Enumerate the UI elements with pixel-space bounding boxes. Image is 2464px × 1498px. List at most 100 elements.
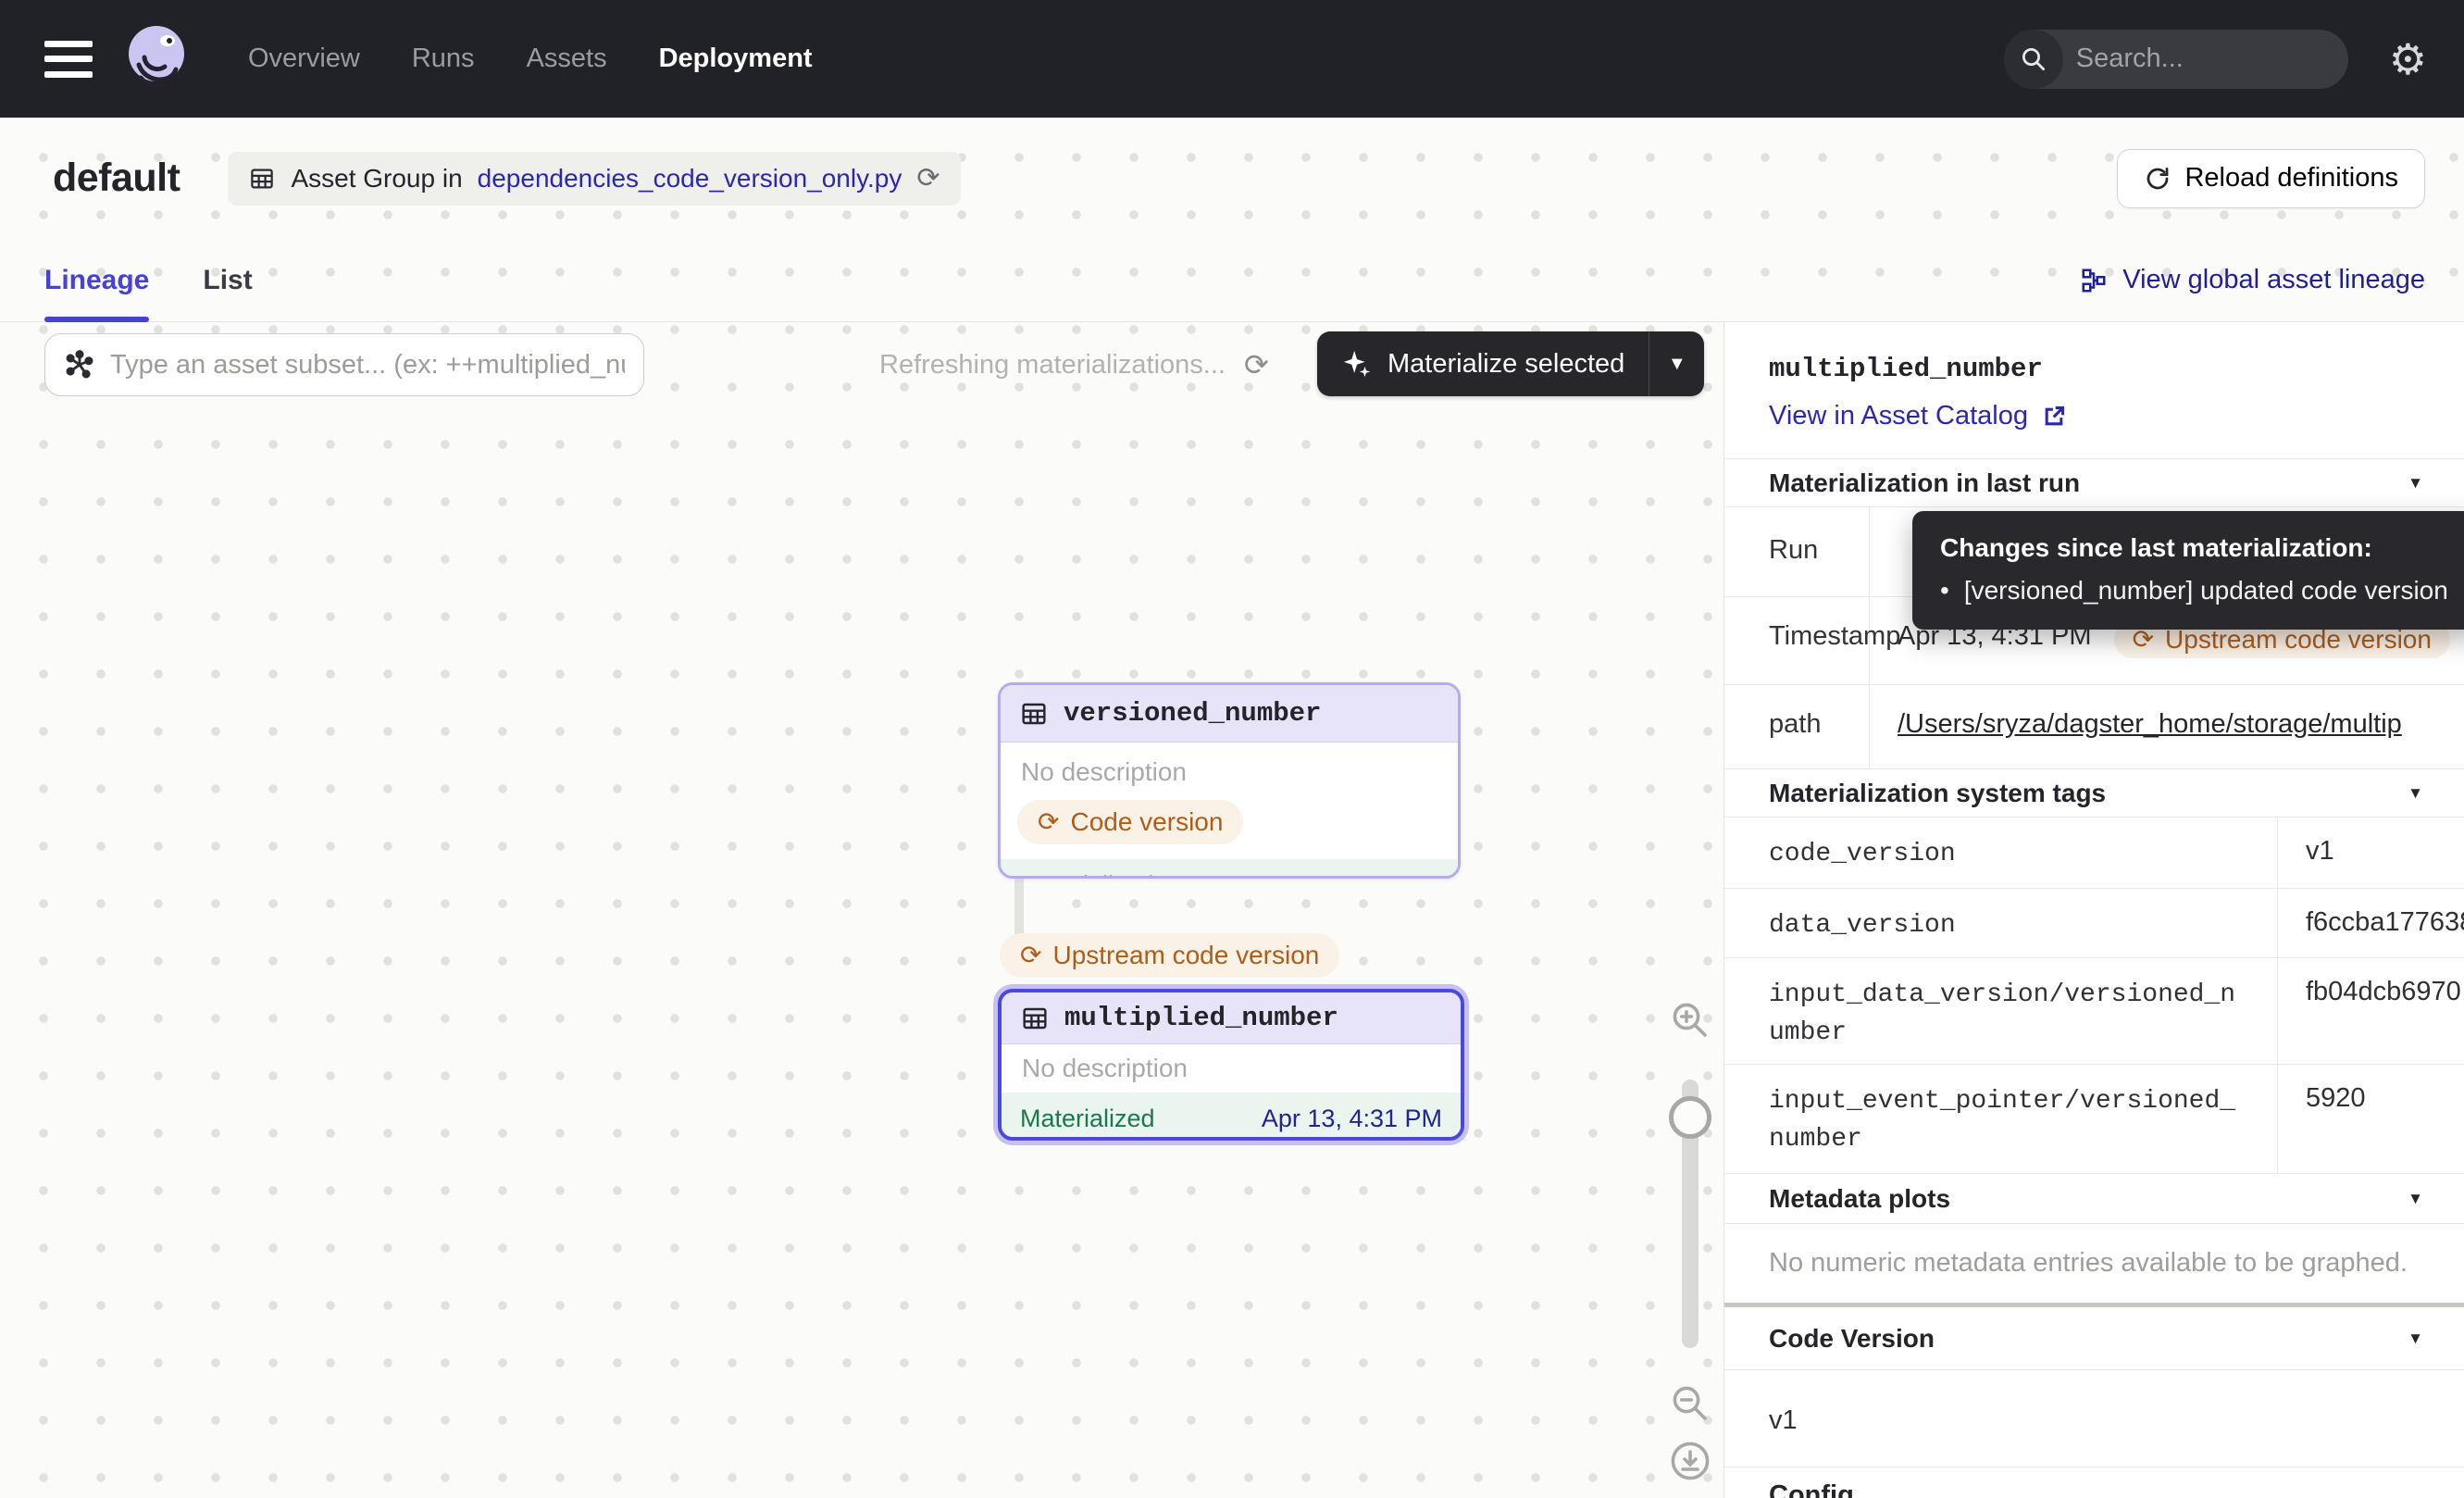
search-bar[interactable]: / (2004, 30, 2348, 89)
section-config[interactable]: Config (1724, 1480, 2464, 1498)
nav-item-overview[interactable]: Overview (248, 44, 360, 74)
system-tag-row: code_version v1 (1724, 818, 2464, 889)
tag-key: data_version (1724, 889, 2278, 957)
section-system-tags[interactable]: Materialization system tags ▼ (1724, 768, 2464, 818)
tooltip-title: Changes since last materialization: (1940, 533, 2454, 563)
node-name: multiplied_number (1064, 1003, 1338, 1033)
code-version-icon: ⟳ (1020, 942, 1041, 968)
node-status: Materialized (1019, 871, 1154, 880)
sparkle-icon (1341, 348, 1373, 380)
tag-value: 5920 (2278, 1065, 2464, 1173)
code-version-label: Code version (1070, 807, 1223, 837)
reload-definitions-button[interactable]: Reload definitions (2117, 149, 2425, 208)
path-label: path (1724, 685, 1870, 768)
page-title: default (53, 156, 180, 201)
top-nav: Overview Runs Assets Deployment / ⚙ (0, 0, 2464, 118)
zoom-slider-handle[interactable] (1669, 1096, 1711, 1139)
reload-group-icon[interactable]: ⟳ (916, 162, 940, 194)
dagster-logo[interactable] (118, 20, 196, 98)
tag-value: f6ccba177638 (2278, 889, 2464, 957)
asset-group-prefix: Asset Group in (291, 164, 462, 193)
reload-icon (2144, 165, 2172, 193)
asset-group-file-link[interactable]: dependencies_code_version_only.py (478, 164, 902, 193)
tab-list-label: List (203, 265, 252, 296)
materialize-dropdown-caret[interactable]: ▼ (1649, 331, 1704, 396)
chevron-down-icon[interactable]: ▼ (2408, 1190, 2423, 1208)
refreshing-label: Refreshing materializations... (879, 350, 1226, 381)
view-in-asset-catalog-link[interactable]: View in Asset Catalog (1769, 401, 2464, 431)
nav-item-deployment[interactable]: Deployment (659, 44, 813, 74)
code-version-value: v1 (1724, 1370, 2464, 1467)
tag-value: fb04dcb6970 (2278, 958, 2464, 1064)
chevron-down-icon[interactable]: ▼ (2408, 1329, 2423, 1348)
node-description: No description (1001, 743, 1458, 791)
system-tag-row: input_data_version/versioned_number fb04… (1724, 958, 2464, 1065)
chevron-down-icon[interactable]: ▼ (2408, 474, 2423, 493)
asset-subset-filter[interactable] (44, 333, 644, 396)
path-row: path /Users/sryza/dagster_home/storage/m… (1724, 685, 2464, 768)
node-description: No description (1002, 1044, 1461, 1087)
materialize-label: Materialize selected (1388, 349, 1624, 380)
section-code-version[interactable]: Code Version ▼ (1724, 1307, 2464, 1370)
external-link-icon (2041, 404, 2067, 430)
search-input[interactable] (2063, 44, 2348, 74)
asset-node-multiplied-number[interactable]: multiplied_number No description Materia… (998, 989, 1464, 1141)
asset-grid-icon (1020, 1004, 1050, 1033)
nav-item-runs[interactable]: Runs (412, 44, 475, 74)
asset-detail-panel: multiplied_number View in Asset Catalog … (1724, 322, 2464, 1498)
view-global-asset-lineage-link[interactable]: View global asset lineage (2080, 265, 2425, 295)
asset-group-breadcrumb: Asset Group in dependencies_code_version… (228, 152, 960, 206)
section-metadata-plots[interactable]: Metadata plots ▼ (1724, 1173, 2464, 1224)
path-link[interactable]: /Users/sryza/dagster_home/storage/multip (1898, 709, 2402, 740)
node-status: Materialized (1020, 1105, 1155, 1133)
search-icon (2004, 30, 2063, 89)
section-title: Materialization in last run (1769, 468, 2080, 498)
node-name: versioned_number (1064, 698, 1321, 729)
tag-key: code_version (1724, 818, 2278, 888)
system-tag-row: input_event_pointer/versioned_number 592… (1724, 1065, 2464, 1173)
upstream-code-version-label: Upstream code version (1052, 941, 1319, 970)
asset-graph-icon (64, 349, 95, 381)
asset-grid-icon (1019, 699, 1049, 729)
hamburger-menu-icon[interactable] (44, 41, 93, 78)
tag-key: input_data_version/versioned_number (1724, 958, 2278, 1064)
gear-icon[interactable]: ⚙ (2389, 38, 2427, 81)
reload-definitions-label: Reload definitions (2184, 163, 2398, 193)
changes-tooltip: Changes since last materialization: • [v… (1912, 511, 2464, 630)
zoom-out-icon[interactable] (1668, 1381, 1712, 1426)
section-title: Metadata plots (1769, 1184, 1950, 1214)
asset-node-versioned-number[interactable]: versioned_number No description ⟳ Code v… (998, 682, 1461, 879)
run-label: Run (1724, 507, 1870, 596)
timestamp-label: Timestamp (1724, 597, 1870, 684)
tag-value: v1 (2278, 818, 2464, 888)
section-title: Code Version (1769, 1324, 1935, 1354)
code-version-tag[interactable]: ⟳ Code version (1017, 800, 1243, 844)
zoom-controls (1662, 998, 1718, 1483)
code-version-icon: ⟳ (1038, 809, 1059, 835)
tab-lineage-label: Lineage (44, 265, 149, 296)
lineage-canvas[interactable]: Refreshing materializations... ⟳ Materia… (0, 322, 1724, 1498)
chevron-down-icon[interactable]: ▼ (2408, 784, 2423, 803)
node-timestamp[interactable]: Apr 13, 4:31 PM (1259, 871, 1439, 880)
panel-asset-name: multiplied_number (1769, 354, 2464, 384)
page-content: default Asset Group in dependencies_code… (0, 118, 2464, 1498)
global-lineage-icon (2080, 267, 2108, 294)
tab-lineage[interactable]: Lineage (44, 239, 149, 321)
system-tag-row: data_version f6ccba177638 (1724, 889, 2464, 958)
code-version-icon: ⟳ (2133, 627, 2154, 653)
metadata-plots-empty-message: No numeric metadata entries available to… (1724, 1224, 2464, 1303)
bullet-marker: • (1940, 576, 1949, 605)
materialize-selected-button[interactable]: Materialize selected ▼ (1317, 331, 1704, 396)
zoom-in-icon[interactable] (1668, 998, 1712, 1042)
zoom-slider-track[interactable] (1682, 1080, 1699, 1348)
node-timestamp[interactable]: Apr 13, 4:31 PM (1262, 1105, 1442, 1133)
page-header: default Asset Group in dependencies_code… (0, 118, 2464, 239)
refresh-icon[interactable]: ⟳ (1244, 347, 1269, 382)
nav-item-assets[interactable]: Assets (527, 44, 607, 74)
section-materialization-last-run[interactable]: Materialization in last run ▼ (1724, 458, 2464, 507)
download-view-icon[interactable] (1668, 1439, 1712, 1483)
asset-subset-input[interactable] (110, 350, 625, 381)
tab-list[interactable]: List (203, 239, 252, 321)
global-lineage-label: View global asset lineage (2122, 265, 2425, 295)
upstream-code-version-tag[interactable]: ⟳ Upstream code version (1000, 933, 1339, 978)
